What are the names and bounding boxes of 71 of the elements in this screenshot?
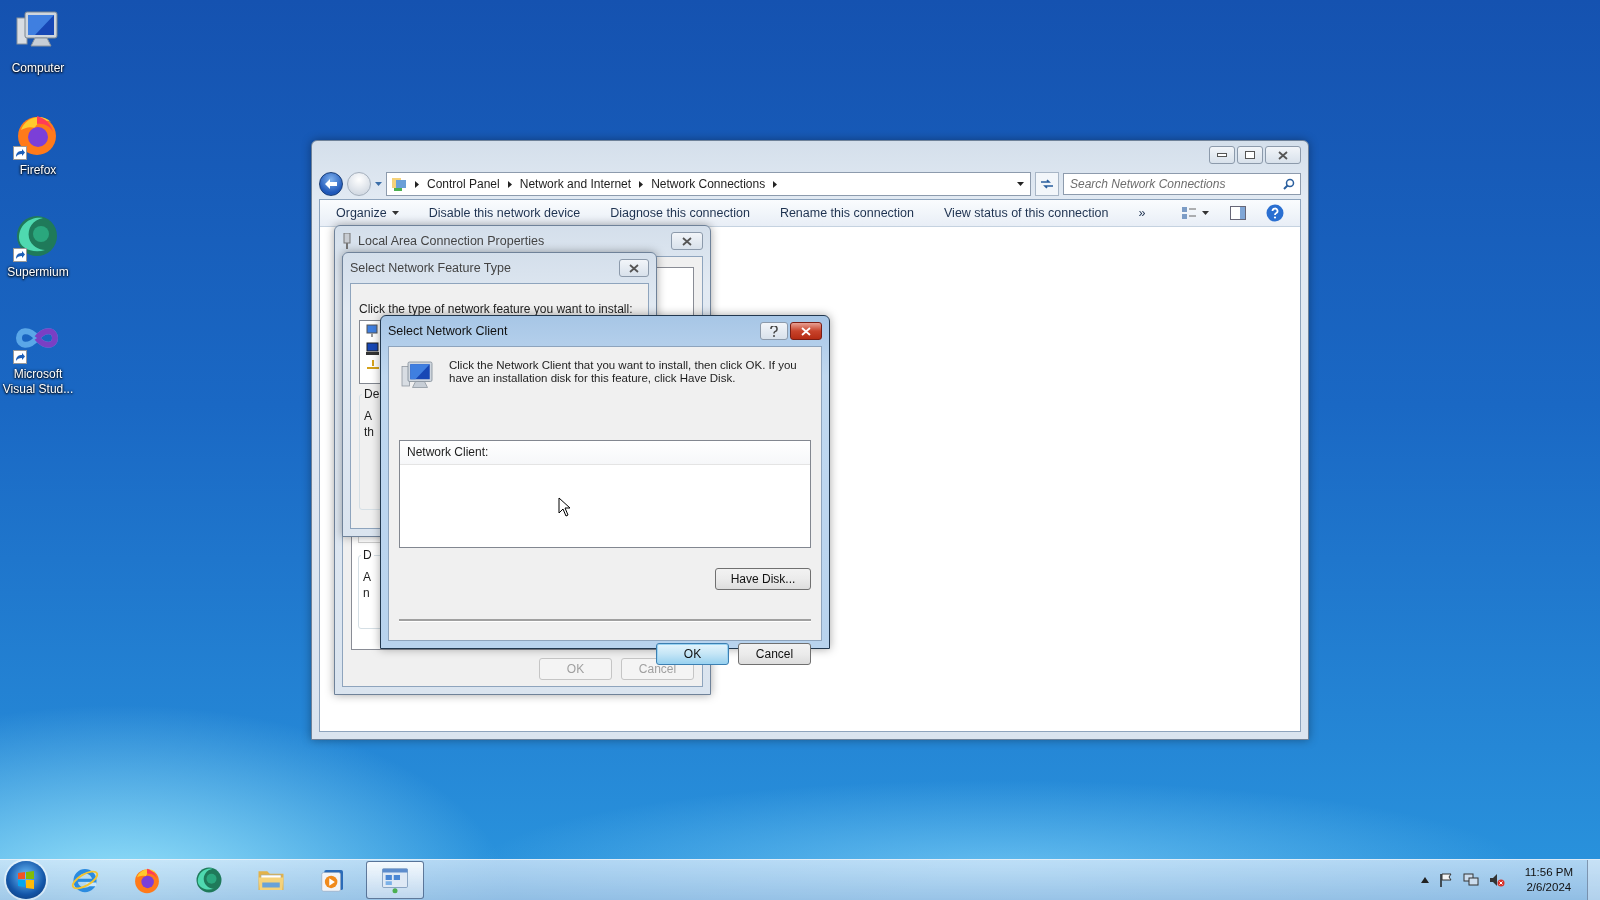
chevron-icon <box>415 180 419 188</box>
muted-speaker-icon[interactable] <box>1488 873 1505 887</box>
clock-time[interactable]: 11:56 PM <box>1524 865 1573 880</box>
mouse-pointer-icon <box>558 497 571 517</box>
have-disk-button[interactable]: Have Disk... <box>715 568 811 590</box>
maximize-button[interactable] <box>1237 146 1263 164</box>
breadcrumb-item[interactable]: Network and Internet <box>519 177 632 191</box>
caret-icon <box>1017 182 1024 186</box>
description-text: th <box>364 425 375 439</box>
breadcrumb-item[interactable]: Network Connections <box>651 177 766 191</box>
taskbar-button[interactable] <box>366 861 424 899</box>
left-arrow-icon <box>325 179 337 189</box>
chevron-icon <box>507 180 512 188</box>
desktop-icon-label[interactable]: Supermium <box>1 265 75 280</box>
close-icon <box>629 263 639 273</box>
description-text: n <box>363 586 371 600</box>
instruction-text: Click the type of network feature you want to install: <box>359 302 634 316</box>
more-commands-button[interactable]: » <box>1138 206 1146 220</box>
close-icon <box>682 236 692 246</box>
desktop-icon-label[interactable]: Firefox <box>1 163 75 178</box>
question-mark-icon <box>770 325 778 337</box>
help-button[interactable] <box>760 322 788 340</box>
network-icon <box>366 360 380 370</box>
network-window-icon <box>380 865 410 895</box>
chevron-icon <box>773 180 778 188</box>
breadcrumb-item[interactable]: Control Panel <box>427 177 500 191</box>
close-button[interactable] <box>790 322 822 340</box>
description-text: A <box>364 409 373 423</box>
toolbar-button[interactable]: Diagnose this connection <box>610 206 750 220</box>
address-bar[interactable]: Control Panel Network and Internet Network Connections <box>386 172 1031 196</box>
dialog-button[interactable]: OK <box>656 643 729 665</box>
control-panel-icon <box>391 176 407 192</box>
computers-icon <box>366 324 380 338</box>
description-text: A <box>363 570 372 584</box>
windows-flag-icon <box>17 871 35 889</box>
refresh-icon <box>1040 178 1054 190</box>
search-field[interactable]: Search Network Connections <box>1063 173 1301 195</box>
dialog-button[interactable]: Cancel <box>738 643 811 665</box>
desktop-icon-label[interactable]: Computer <box>1 61 75 76</box>
back-button[interactable] <box>319 172 343 196</box>
start-button[interactable] <box>6 861 46 899</box>
clock-date[interactable]: 2/6/2024 <box>1526 880 1572 895</box>
maximize-icon <box>1245 151 1255 159</box>
desktop-icon-label[interactable]: Microsoft Visual Stud... <box>1 367 75 397</box>
client-list[interactable]: Network Client: <box>399 440 811 548</box>
network-icon[interactable] <box>1462 873 1479 887</box>
toolbar-button[interactable]: Organize <box>336 206 399 220</box>
view-options-icon[interactable] <box>1182 206 1210 220</box>
close-button[interactable] <box>671 232 703 250</box>
group-label: De <box>362 387 382 401</box>
help-icon[interactable] <box>1266 204 1284 222</box>
supermium-icon <box>194 865 224 895</box>
close-icon <box>1278 150 1288 160</box>
search-icon <box>1283 178 1295 190</box>
close-button[interactable] <box>1265 146 1301 164</box>
minimize-button[interactable] <box>1209 146 1235 164</box>
flag-icon[interactable] <box>1438 873 1453 887</box>
preview-pane-icon[interactable] <box>1230 206 1246 220</box>
toolbar-button[interactable]: View status of this connection <box>944 206 1109 220</box>
minimize-icon <box>1217 153 1227 157</box>
group-label: D <box>361 548 374 562</box>
caret-icon <box>375 182 382 186</box>
toolbar-button[interactable]: Disable this network device <box>428 206 581 220</box>
refresh-button[interactable] <box>1035 172 1059 196</box>
up-arrow-icon[interactable] <box>1420 877 1429 883</box>
close-button[interactable] <box>619 259 649 277</box>
toolbar-button[interactable]: Rename this connection <box>779 206 914 220</box>
computer-icon <box>366 342 380 356</box>
close-icon <box>801 326 811 336</box>
chevron-icon <box>639 180 644 188</box>
network-adapter-icon <box>342 233 352 249</box>
